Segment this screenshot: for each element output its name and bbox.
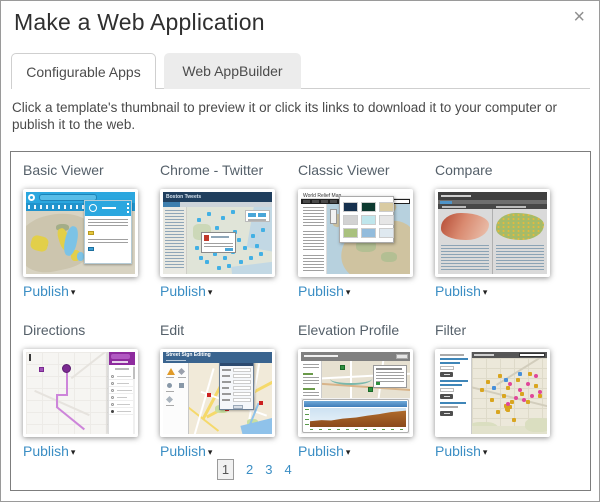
publish-link[interactable]: Publish▾: [435, 283, 553, 299]
thumbnail-graphic: [26, 192, 135, 274]
template-gallery: Basic Viewer: [10, 151, 591, 491]
caret-down-icon: ▾: [71, 447, 76, 457]
template-thumbnail-elevation-profile[interactable]: Elevation Profile: [298, 349, 413, 437]
make-web-application-dialog: Make a Web Application × Configurable Ap…: [0, 0, 600, 502]
caret-down-icon: ▾: [346, 447, 351, 457]
thumb-header-text: Boston Tweets: [166, 194, 201, 200]
caret-down-icon: ▾: [483, 447, 488, 457]
page-button-3[interactable]: 3: [265, 459, 272, 480]
thumbnail-graphic: World Relief Map: [301, 192, 410, 274]
caret-down-icon: ▾: [208, 287, 213, 297]
pagination: 1234: [217, 459, 292, 481]
template-card-elevation-profile: Elevation Profile: [298, 322, 416, 459]
template-title: Compare: [435, 162, 553, 180]
caret-down-icon: ▾: [346, 287, 351, 297]
thumbnail-graphic: Boston Tweets: [163, 192, 272, 274]
template-title: Directions: [23, 322, 141, 340]
template-thumbnail-directions[interactable]: [23, 349, 138, 437]
close-icon[interactable]: ×: [573, 7, 585, 27]
thumbnail-graphic: Street Sign Editing: [163, 352, 272, 434]
thumb-header-text: Street Sign Editing: [166, 352, 211, 358]
template-card-edit: Edit: [160, 322, 278, 459]
publish-link[interactable]: Publish▾: [298, 283, 416, 299]
thumbnail-graphic: [438, 352, 547, 434]
tab-configurable-apps[interactable]: Configurable Apps: [11, 53, 156, 89]
tab-web-appbuilder[interactable]: Web AppBuilder: [164, 53, 301, 89]
thumbnail-graphic: Elevation Profile: [301, 352, 410, 434]
template-title: Elevation Profile: [298, 322, 416, 340]
template-title: Classic Viewer: [298, 162, 416, 180]
template-card-chrome-twitter: Chrome - Twitter: [160, 162, 278, 299]
template-title: Filter: [435, 322, 553, 340]
publish-link[interactable]: Publish▾: [23, 283, 141, 299]
caret-down-icon: ▾: [483, 287, 488, 297]
page-button-4[interactable]: 4: [284, 459, 291, 480]
description-text: Click a template's thumbnail to preview …: [12, 100, 587, 134]
publish-link[interactable]: Publish▾: [23, 443, 141, 459]
template-thumbnail-basic-viewer[interactable]: [23, 189, 138, 277]
caret-down-icon: ▾: [208, 447, 213, 457]
template-card-compare: Compare: [435, 162, 553, 299]
template-card-directions: Directions: [23, 322, 141, 459]
caret-down-icon: ▾: [71, 287, 76, 297]
template-thumbnail-edit[interactable]: Street Sign Editing: [160, 349, 275, 437]
template-thumbnail-chrome-twitter[interactable]: Boston Tweets: [160, 189, 275, 277]
template-title: Chrome - Twitter: [160, 162, 278, 180]
thumbnail-graphic: [26, 352, 135, 434]
page-button-2[interactable]: 2: [246, 459, 253, 480]
dialog-title: Make a Web Application: [14, 9, 265, 36]
publish-link[interactable]: Publish▾: [160, 443, 278, 459]
publish-link[interactable]: Publish▾: [435, 443, 553, 459]
template-thumbnail-classic-viewer[interactable]: World Relief Map: [298, 189, 413, 277]
template-title: Edit: [160, 322, 278, 340]
publish-link[interactable]: Publish▾: [160, 283, 278, 299]
page-button-1[interactable]: 1: [217, 459, 234, 480]
publish-link[interactable]: Publish▾: [298, 443, 416, 459]
template-card-classic-viewer: Classic Viewer World Relief Map: [298, 162, 416, 299]
template-thumbnail-compare[interactable]: [435, 189, 550, 277]
thumbnail-graphic: [438, 192, 547, 274]
template-card-filter: Filter: [435, 322, 553, 459]
template-card-basic-viewer: Basic Viewer: [23, 162, 141, 299]
template-title: Basic Viewer: [23, 162, 141, 180]
template-thumbnail-filter[interactable]: [435, 349, 550, 437]
